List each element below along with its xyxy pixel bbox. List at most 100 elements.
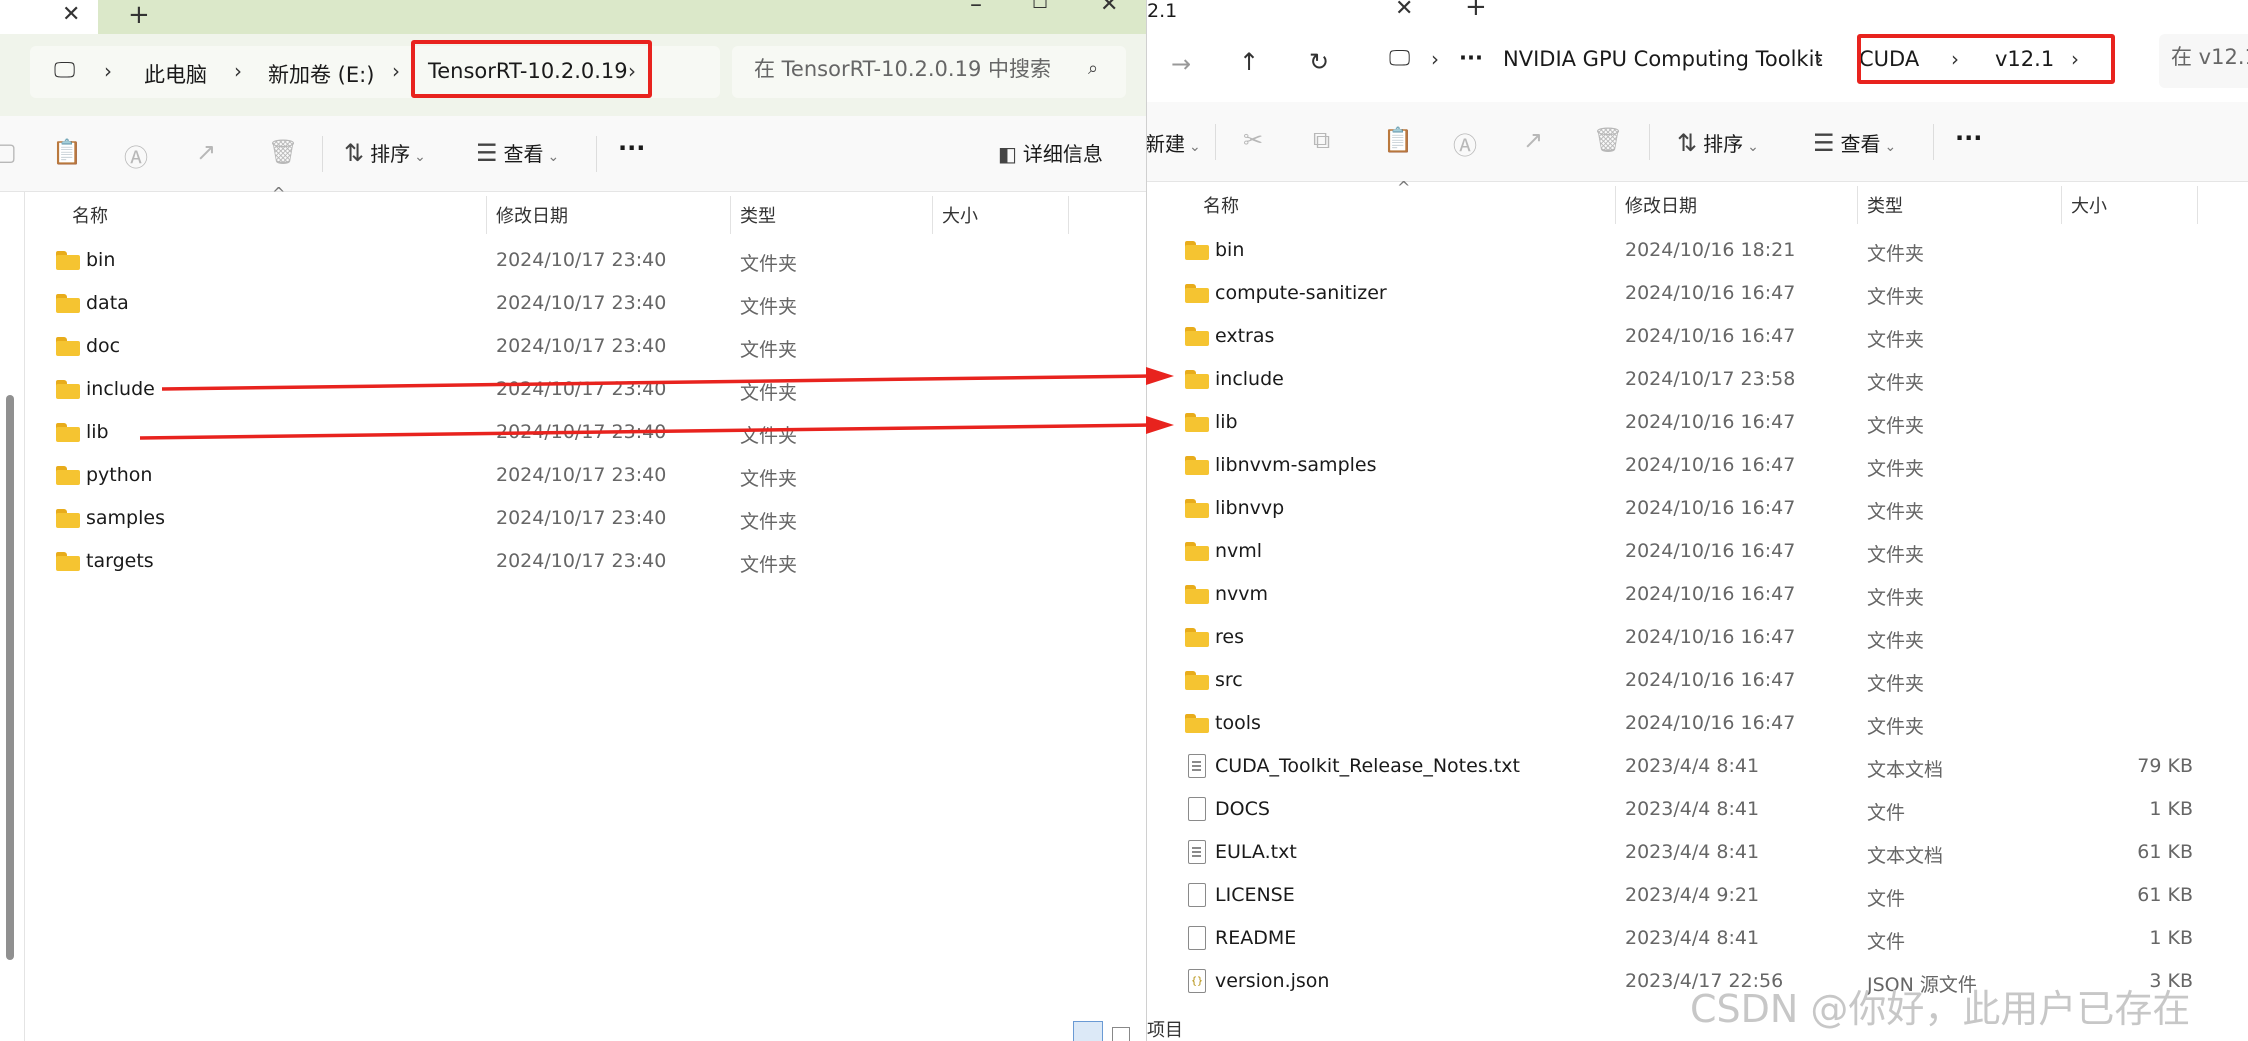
minimize-icon[interactable]: – — [970, 0, 982, 16]
column-header-type[interactable]: 类型 — [740, 202, 776, 228]
file-list-row[interactable]: include 2024/10/17 23:40 文件夹 — [0, 369, 1146, 412]
column-divider[interactable] — [486, 196, 487, 234]
breadcrumb-drive-e[interactable]: 新加卷 (E:) — [268, 59, 374, 89]
file-name: nvvm — [1215, 583, 1269, 605]
sort-button[interactable]: ⇅ 排序 ⌄ — [1677, 128, 1759, 157]
column-header-date[interactable]: 修改日期 — [496, 202, 568, 228]
new-tab-icon[interactable]: + — [128, 2, 150, 28]
paste-icon[interactable]: 📋 — [52, 138, 82, 166]
file-list-row[interactable]: targets 2024/10/17 23:40 文件夹 — [0, 541, 1146, 584]
file-list-row[interactable]: compute-sanitizer 2024/10/16 16:47 文件夹 — [1147, 273, 2248, 316]
left-search-input[interactable]: 在 TensorRT-10.2.0.19 中搜索 ⌕ — [732, 46, 1126, 98]
column-header-size[interactable]: 大小 — [2071, 192, 2107, 218]
column-header-name[interactable]: 名称 — [72, 202, 108, 228]
rename-icon[interactable]: Ⓐ — [1453, 126, 1477, 161]
column-divider[interactable] — [2197, 186, 2198, 224]
file-type: 文件夹 — [740, 554, 798, 576]
delete-icon[interactable]: 🗑 — [1593, 126, 1623, 154]
tiles-view-toggle[interactable] — [1112, 1027, 1130, 1041]
file-list-row[interactable]: tools 2024/10/16 16:47 文件夹 — [1147, 703, 2248, 746]
file-type: 文件夹 — [740, 511, 798, 533]
column-divider[interactable] — [1068, 196, 1069, 234]
file-list-row[interactable]: libnvvp 2024/10/16 16:47 文件夹 — [1147, 488, 2248, 531]
refresh-icon[interactable]: ↻ — [1309, 50, 1329, 74]
cut-icon[interactable]: ✂ — [1243, 126, 1263, 154]
breadcrumb-this-pc[interactable]: 此电脑 — [144, 59, 207, 89]
rename-icon[interactable]: Ⓐ — [124, 138, 148, 173]
column-header-size[interactable]: 大小 — [942, 202, 978, 228]
column-header-type[interactable]: 类型 — [1867, 192, 1903, 218]
file-name: lib — [1215, 411, 1238, 433]
paste-icon[interactable]: 📋 — [1383, 126, 1413, 154]
file-list-row[interactable]: lib 2024/10/16 16:47 文件夹 — [1147, 402, 2248, 445]
details-view-toggle[interactable] — [1073, 1021, 1103, 1041]
sort-icon: ⇅ — [344, 139, 365, 167]
column-divider[interactable] — [1857, 186, 1858, 224]
file-name: include — [1215, 368, 1284, 390]
file-list-row[interactable]: src 2024/10/16 16:47 文件夹 — [1147, 660, 2248, 703]
details-pane-button[interactable]: ◧ 详细信息 — [998, 138, 1103, 167]
close-window-icon[interactable]: ✕ — [1100, 0, 1118, 16]
maximize-icon[interactable]: ☐ — [1032, 0, 1048, 12]
file-list-row[interactable]: include 2024/10/17 23:58 文件夹 — [1147, 359, 2248, 402]
close-tab-icon[interactable]: ✕ — [62, 4, 80, 26]
file-list-row[interactable]: res 2024/10/16 16:47 文件夹 — [1147, 617, 2248, 660]
sort-button[interactable]: ⇅ 排序 ⌄ — [344, 138, 426, 167]
share-icon[interactable]: ↗ — [196, 138, 216, 166]
file-list-row[interactable]: EULA.txt 2023/4/4 8:41 文本文档 61 KB — [1147, 832, 2248, 875]
file-list-row[interactable]: DOCS 2023/4/4 8:41 文件 1 KB — [1147, 789, 2248, 832]
file-list-row[interactable]: doc 2024/10/17 23:40 文件夹 — [0, 326, 1146, 369]
file-list-row[interactable]: README 2023/4/4 8:41 文件 1 KB — [1147, 918, 2248, 961]
file-name: README — [1215, 927, 1297, 949]
column-divider[interactable] — [2061, 186, 2062, 224]
view-button[interactable]: ☰ 查看 ⌄ — [1813, 128, 1896, 157]
cut-icon[interactable]: ▢ — [0, 138, 17, 166]
file-list-row[interactable]: python 2024/10/17 23:40 文件夹 — [0, 455, 1146, 498]
new-tab-icon[interactable]: + — [1465, 0, 1487, 20]
left-active-tab[interactable]: ✕ — [0, 0, 98, 34]
column-divider[interactable] — [932, 196, 933, 234]
delete-icon[interactable]: 🗑 — [268, 138, 298, 166]
file-modified-date: 2024/10/16 16:47 — [1625, 454, 1796, 476]
file-list-row[interactable]: nvvm 2024/10/16 16:47 文件夹 — [1147, 574, 2248, 617]
file-list-row[interactable]: lib 2024/10/17 23:40 文件夹 — [0, 412, 1146, 455]
file-modified-date: 2024/10/16 16:47 — [1625, 669, 1796, 691]
file-list-row[interactable]: nvml 2024/10/16 16:47 文件夹 — [1147, 531, 2248, 574]
file-name: python — [86, 464, 153, 486]
column-header-name[interactable]: 名称 — [1203, 192, 1239, 218]
folder-icon — [56, 337, 80, 356]
column-divider[interactable] — [1615, 186, 1616, 224]
copy-icon[interactable]: ⧉ — [1313, 126, 1330, 154]
file-list-row[interactable]: bin 2024/10/17 23:40 文件夹 — [0, 240, 1146, 283]
breadcrumb-overflow[interactable]: ··· — [1459, 46, 1483, 70]
search-icon[interactable]: ⌕ — [1088, 60, 1098, 78]
right-search-input[interactable]: 在 v12.1 — [2159, 34, 2248, 88]
column-divider[interactable] — [730, 196, 731, 234]
file-size: 1 KB — [2149, 927, 2193, 949]
file-modified-date: 2024/10/17 23:40 — [496, 249, 667, 271]
more-options-button[interactable]: ··· — [618, 134, 645, 162]
file-list-row[interactable]: CUDA_Toolkit_Release_Notes.txt 2023/4/4 8… — [1147, 746, 2248, 789]
folder-body — [1185, 245, 1209, 260]
close-tab-icon[interactable]: ✕ — [1395, 0, 1413, 20]
file-modified-date: 2024/10/17 23:40 — [496, 550, 667, 572]
json-brace: {} — [1191, 976, 1204, 987]
file-type: 文件夹 — [1867, 415, 1925, 437]
column-header-date[interactable]: 修改日期 — [1625, 192, 1697, 218]
file-modified-date: 2024/10/17 23:40 — [496, 464, 667, 486]
file-list-row[interactable]: LICENSE 2023/4/4 9:21 文件 61 KB — [1147, 875, 2248, 918]
new-button[interactable]: 新建 ⌄ — [1147, 128, 1201, 157]
forward-arrow-icon[interactable]: → — [1171, 52, 1191, 76]
file-list-row[interactable]: data 2024/10/17 23:40 文件夹 — [0, 283, 1146, 326]
up-arrow-icon[interactable]: ↑ — [1239, 50, 1259, 74]
file-list-row[interactable]: bin 2024/10/16 18:21 文件夹 — [1147, 230, 2248, 273]
breadcrumb-nvidia-toolkit[interactable]: NVIDIA GPU Computing Toolkit — [1503, 47, 1823, 71]
view-button[interactable]: ☰ 查看 ⌄ — [476, 138, 559, 167]
share-icon[interactable]: ↗ — [1523, 126, 1543, 154]
folder-body — [1185, 503, 1209, 518]
file-list-row[interactable]: samples 2024/10/17 23:40 文件夹 — [0, 498, 1146, 541]
file-list-row[interactable]: extras 2024/10/16 16:47 文件夹 — [1147, 316, 2248, 359]
file-list-row[interactable]: libnvvm-samples 2024/10/16 16:47 文件夹 — [1147, 445, 2248, 488]
folder-body — [56, 427, 80, 442]
more-options-button[interactable]: ··· — [1955, 124, 1982, 152]
